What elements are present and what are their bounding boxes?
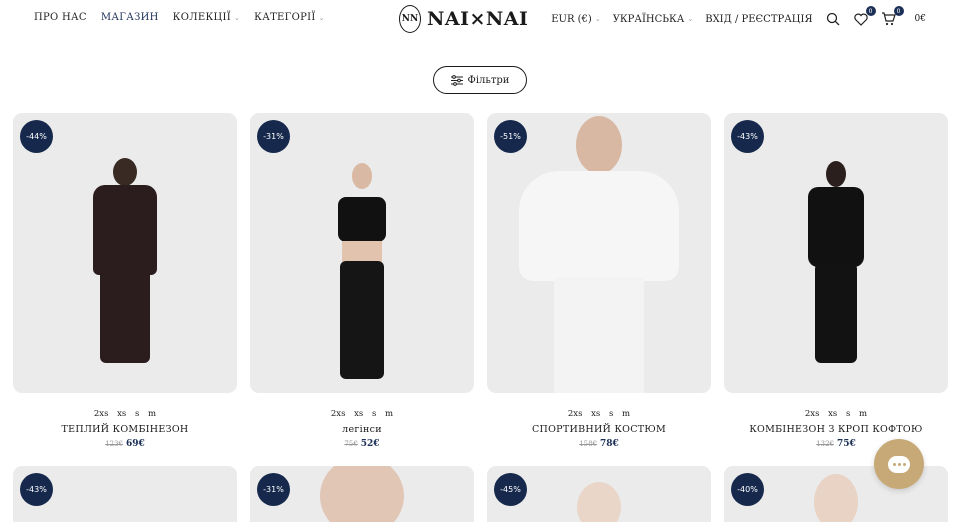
model-legs (100, 268, 150, 363)
cart-count-badge: 0 (893, 6, 904, 16)
product-image[interactable]: -45% (487, 466, 711, 522)
product-name[interactable]: легінси (250, 424, 474, 435)
heart-icon (853, 13, 868, 26)
product-name[interactable]: СПОРТИВНИЙ КОСТЮМ (487, 424, 711, 435)
product-card[interactable]: -45% (487, 466, 711, 522)
product-image[interactable]: -31% (250, 113, 474, 393)
currency-label: EUR (€) (551, 13, 592, 25)
product-card[interactable]: -51% 2xs xs s m СПОРТИВНИЙ КОСТЮМ 158€ 78… (487, 113, 711, 449)
chevron-down-icon: ⌄ (234, 13, 241, 22)
old-price: 75€ (344, 440, 358, 448)
cart-total[interactable]: 0€ (915, 14, 926, 24)
wishlist-count-badge: 0 (865, 6, 876, 16)
old-price: 132€ (816, 440, 835, 448)
discount-badge: -43% (20, 473, 53, 506)
model-legs (815, 263, 857, 363)
product-card[interactable]: -43% (13, 466, 237, 522)
product-sizes: 2xs xs s m (93, 409, 157, 419)
site-logo[interactable]: NN NAI×NAI (399, 5, 528, 33)
model-head (577, 482, 621, 522)
logo-text: NAI×NAI (427, 8, 529, 30)
discount-badge: -31% (257, 473, 290, 506)
discount-badge: -31% (257, 120, 290, 153)
filter-label: Фільтри (467, 74, 510, 86)
discount-badge: -40% (731, 473, 764, 506)
nav-shop-label: МАГАЗИН (100, 12, 159, 23)
model-head (320, 466, 404, 522)
currency-selector[interactable]: EUR (€) ⌄ (551, 14, 600, 25)
product-card[interactable]: -31% (250, 466, 474, 522)
login-label: ВХІД / РЕЄСТРАЦІЯ (705, 13, 813, 25)
logo-mark-text: NN (401, 14, 419, 24)
language-label: УКРАЇНСЬКА (612, 13, 685, 25)
header-actions: EUR (€) ⌄ УКРАЇНСЬКА ⌄ ВХІД / РЕЄСТРАЦІЯ 0… (551, 6, 926, 27)
product-card[interactable]: -43% 2xs xs s m КОМБІНЕЗОН З КРОП КОФТОЮ… (724, 113, 948, 449)
nav-categories-label: КАТЕГОРІЇ (254, 12, 316, 23)
filter-button[interactable]: Фільтри (433, 66, 527, 94)
logo-mark-icon: NN (399, 5, 421, 33)
product-image[interactable]: -43% (13, 466, 237, 522)
model-head (352, 163, 372, 189)
product-name[interactable]: КОМБІНЕЗОН З КРОП КОФТОЮ (724, 424, 948, 435)
login-register-link[interactable]: ВХІД / РЕЄСТРАЦІЯ (705, 14, 812, 25)
chevron-down-icon: ⌄ (594, 15, 601, 23)
nav-about[interactable]: ПРО НАС (34, 12, 87, 23)
chevron-down-icon: ⌄ (318, 13, 325, 22)
search-icon (826, 12, 840, 26)
product-price: 75€ 52€ (250, 439, 474, 449)
sale-price: 78€ (600, 439, 619, 449)
sale-price: 69€ (126, 439, 145, 449)
chat-button[interactable] (874, 439, 924, 489)
chevron-down-icon: ⌄ (687, 15, 694, 23)
product-image[interactable]: -51% (487, 113, 711, 393)
discount-badge: -43% (731, 120, 764, 153)
product-sizes: 2xs xs s m (567, 409, 631, 419)
model-legs (340, 261, 384, 379)
old-price: 123€ (105, 440, 124, 448)
discount-badge: -45% (494, 473, 527, 506)
product-sizes: 2xs xs s m (804, 409, 868, 419)
product-image[interactable]: -31% (250, 466, 474, 522)
model-head (113, 158, 137, 186)
model-top (808, 187, 864, 267)
nav-shop[interactable]: МАГАЗИН (101, 12, 159, 23)
wishlist-button[interactable]: 0 (853, 6, 876, 27)
chat-bubble-icon (888, 455, 910, 473)
nav-about-label: ПРО НАС (34, 12, 87, 23)
product-card[interactable]: -44% 2xs xs s m ТЕПЛИЙ КОМБІНЕЗОН 123€ 69… (13, 113, 237, 449)
model-head (826, 161, 846, 187)
model-waist (342, 241, 382, 263)
old-price: 158€ (579, 440, 598, 448)
filter-sliders-icon (450, 74, 463, 86)
nav-collections-label: КОЛЕКЦІЇ (172, 12, 231, 23)
language-selector[interactable]: УКРАЇНСЬКА ⌄ (613, 14, 694, 25)
product-sizes: 2xs xs s m (330, 409, 394, 419)
product-image[interactable]: -43% (724, 113, 948, 393)
cart-icon (882, 12, 896, 26)
search-button[interactable] (825, 11, 841, 27)
model-head (814, 474, 858, 522)
product-price: 158€ 78€ (487, 439, 711, 449)
sale-price: 75€ (837, 439, 856, 449)
nav-collections[interactable]: КОЛЕКЦІЇ ⌄ (173, 12, 241, 23)
site-header: ПРО НАС МАГАЗИН КОЛЕКЦІЇ ⌄ КАТЕГОРІЇ ⌄ NN … (0, 0, 960, 40)
product-card[interactable]: -31% 2xs xs s m легінси 75€ 52€ (250, 113, 474, 449)
main-nav: ПРО НАС МАГАЗИН КОЛЕКЦІЇ ⌄ КАТЕГОРІЇ ⌄ (34, 12, 325, 23)
model-jacket (519, 171, 679, 281)
product-name[interactable]: ТЕПЛИЙ КОМБІНЕЗОН (13, 424, 237, 435)
model-top (338, 197, 386, 242)
discount-badge: -44% (20, 120, 53, 153)
discount-badge: -51% (494, 120, 527, 153)
model-pants (554, 278, 644, 393)
sale-price: 52€ (360, 439, 380, 449)
cart-button[interactable]: 0 (881, 6, 904, 27)
product-price: 123€ 69€ (13, 439, 237, 449)
model-figure (93, 185, 157, 275)
nav-categories[interactable]: КАТЕГОРІЇ ⌄ (254, 12, 325, 23)
product-image[interactable]: -44% (13, 113, 237, 393)
model-head (576, 116, 622, 174)
